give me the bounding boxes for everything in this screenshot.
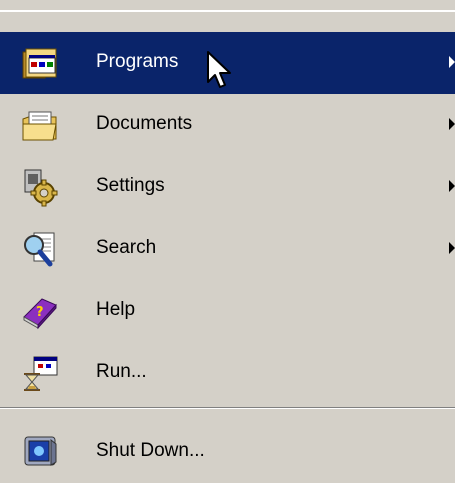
menu-item-label: Help [96,299,136,320]
menu-item-label: Search [96,237,157,258]
menu-item-settings[interactable]: Settings [0,156,455,218]
menu-top-edge [0,0,455,12]
search-magnifier-icon [20,229,60,269]
menu-item-label: Programs [96,51,179,72]
menu-item-shutdown[interactable]: Shut Down... [0,421,455,483]
programs-folder-icon [20,43,60,83]
help-book-icon: ? [20,291,60,331]
menu-item-label: Documents [96,113,193,134]
run-hourglass-icon [20,353,60,393]
menu-item-label: Shut Down... [96,440,205,461]
submenu-arrow-icon [449,242,455,254]
menu-item-label: Run... [96,361,147,382]
menu-item-documents[interactable]: Documents [0,94,455,156]
documents-folder-icon [20,105,60,145]
shutdown-computer-icon [20,432,60,472]
start-menu: Programs Documents Settings Search ? Hel… [0,0,455,483]
submenu-arrow-icon [449,56,455,68]
menu-item-run[interactable]: Run... [0,342,455,404]
menu-separator [0,407,455,409]
menu-item-help[interactable]: ? Help [0,280,455,342]
settings-gear-icon [20,167,60,207]
submenu-arrow-icon [449,118,455,130]
mouse-pointer-icon [206,50,236,94]
menu-item-search[interactable]: Search [0,218,455,280]
svg-text:?: ? [36,305,44,320]
menu-item-label: Settings [96,175,165,196]
submenu-arrow-icon [449,180,455,192]
